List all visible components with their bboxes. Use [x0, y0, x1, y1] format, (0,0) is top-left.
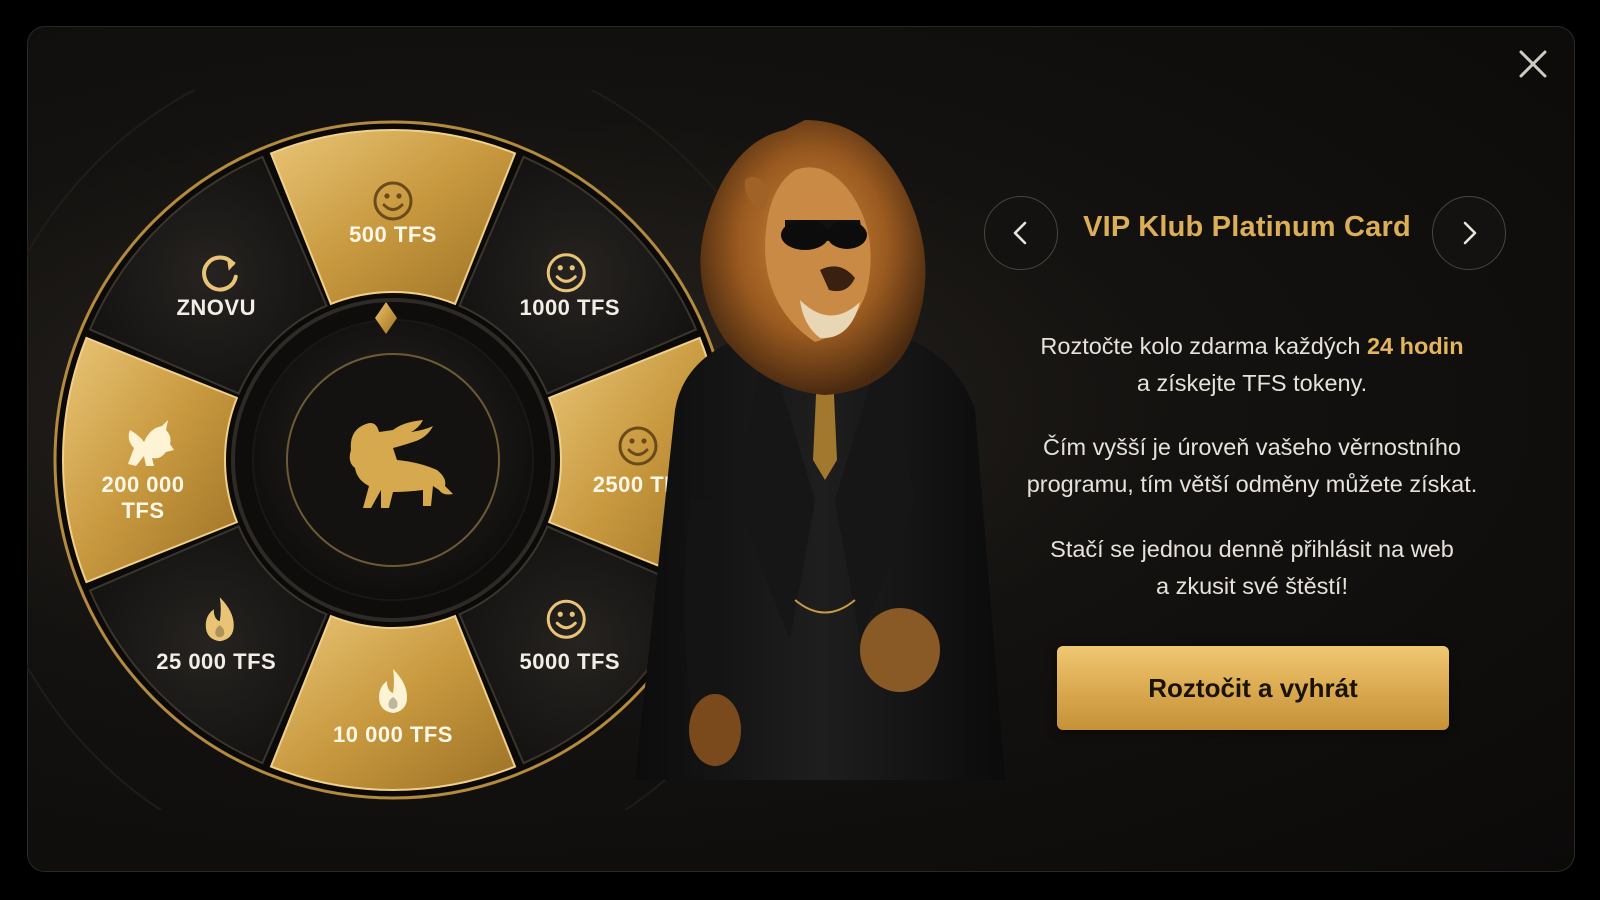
desc-text: a zkusit své štěstí! — [1156, 573, 1348, 599]
wheel-segment-label: 25 000 TFS — [156, 649, 276, 674]
desc-highlight: 24 hodin — [1366, 333, 1464, 359]
desc-text: programu, tím větší odměny můžete získat… — [1026, 471, 1478, 497]
wheel-segment-label: 500 TFS — [349, 222, 437, 247]
prev-card-button[interactable] — [984, 196, 1058, 270]
description-paragraph-3: Stačí se jednou denně přihlásit na web a… — [957, 531, 1547, 605]
close-button[interactable] — [1513, 44, 1553, 84]
desc-text: Stačí se jednou denně přihlásit na web — [1050, 536, 1454, 562]
wheel-segment-label: TFS — [121, 498, 164, 523]
desc-text: Roztočte kolo zdarma každých — [1040, 333, 1367, 359]
info-panel: VIP Klub Platinum Card Roztočte kolo zda… — [957, 26, 1517, 872]
chevron-left-icon — [1013, 221, 1027, 245]
description-paragraph-1: Roztočte kolo zdarma každých 24 hodin a … — [957, 328, 1547, 402]
card-title: VIP Klub Platinum Card — [1083, 211, 1411, 243]
desc-text: a získejte TFS tokeny. — [1136, 370, 1368, 396]
close-icon — [1519, 50, 1547, 78]
chevron-right-icon — [1463, 221, 1477, 245]
wheel-segment-label: ZNOVU — [176, 295, 256, 320]
wheel-segment-label: 5000 TFS — [519, 649, 620, 674]
spin-wheel-modal: 500 TFS 1000 TFS 2500 TFS 5000 TFS 10 000 TF… — [27, 26, 1575, 872]
description-paragraph-2: Čím vyšší je úroveň vašeho věrnostního p… — [957, 429, 1547, 503]
next-card-button[interactable] — [1432, 196, 1506, 270]
wheel-segment-label: 10 000 TFS — [333, 722, 453, 747]
desc-text: Čím vyšší je úroveň vašeho věrnostního — [1043, 434, 1461, 460]
spin-and-win-button[interactable]: Roztočit a vyhrát — [1057, 646, 1449, 730]
wheel-segment-label: 1000 TFS — [519, 295, 620, 320]
wheel-segment-label: 200 000 — [101, 472, 184, 497]
